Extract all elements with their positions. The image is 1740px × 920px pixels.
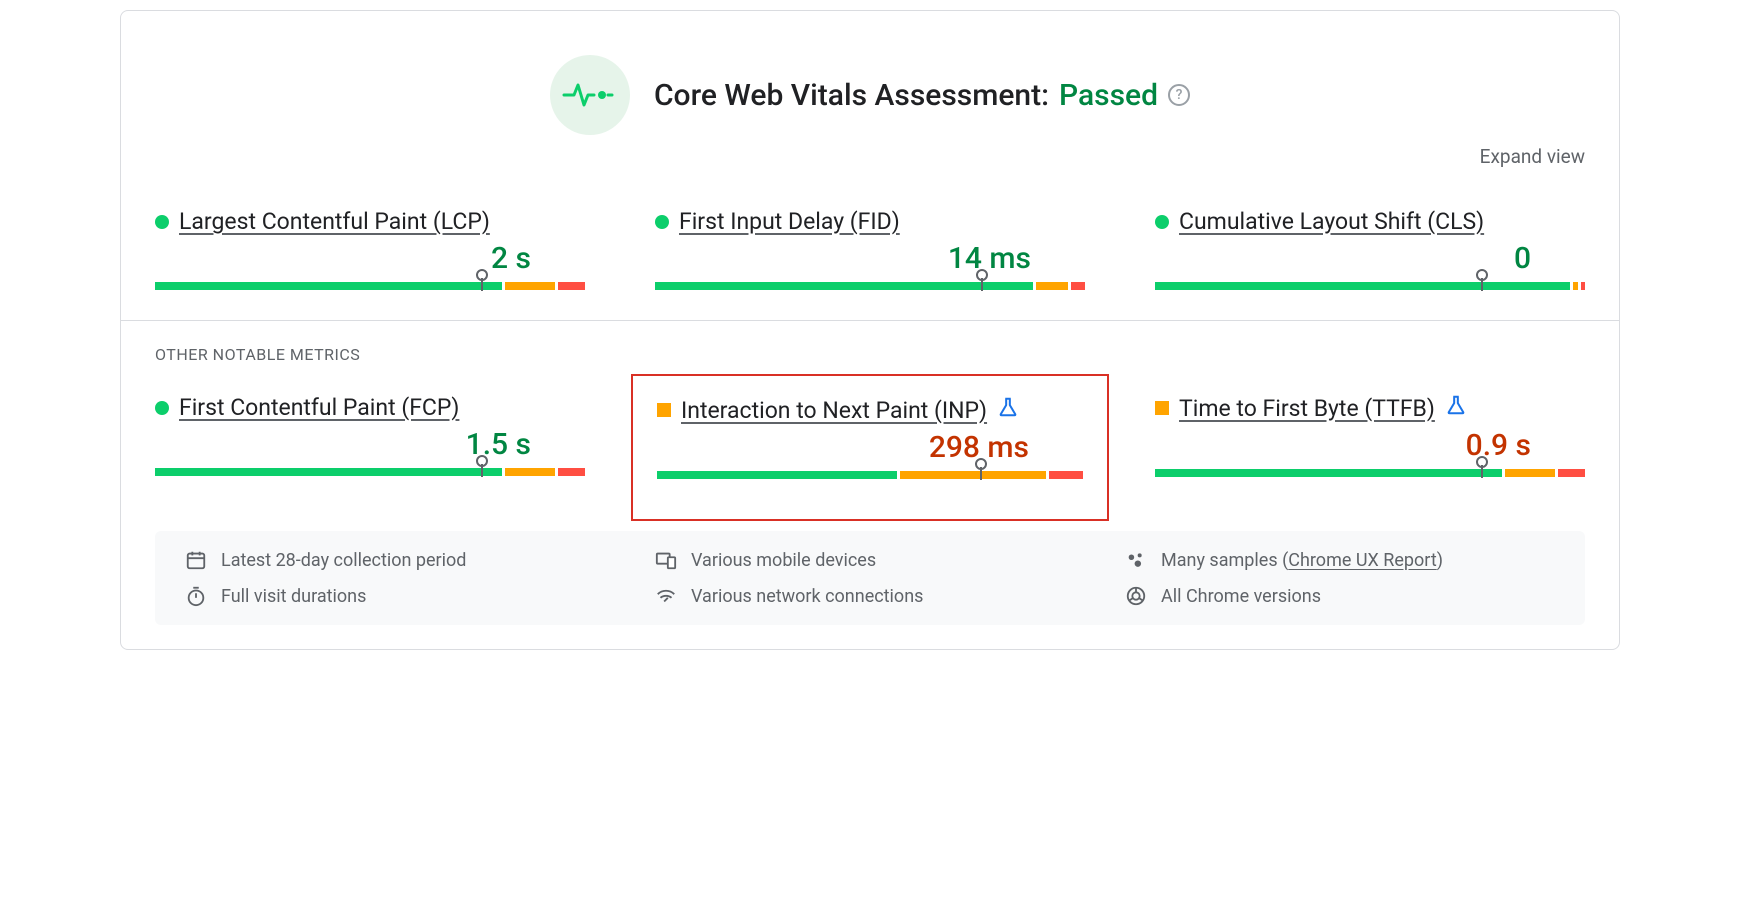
footer-samples-text: Many samples (Chrome UX Report) bbox=[1161, 550, 1443, 571]
metric-inp: Interaction to Next Paint (INP) 298 ms bbox=[631, 374, 1109, 521]
dist-segment-g bbox=[1155, 469, 1502, 477]
distribution-bar bbox=[155, 468, 585, 476]
metric-name-link[interactable]: Cumulative Layout Shift (CLS) bbox=[1179, 208, 1484, 235]
distribution-bar bbox=[1155, 282, 1585, 290]
distribution-bar bbox=[655, 282, 1085, 290]
chrome-icon bbox=[1125, 585, 1147, 607]
assessment-title: Core Web Vitals Assessment: Passed ? bbox=[654, 78, 1190, 113]
metric-title-row: Largest Contentful Paint (LCP) bbox=[155, 208, 585, 235]
metric-cls: Cumulative Layout Shift (CLS) 0 bbox=[1155, 208, 1585, 290]
metric-title-row: Cumulative Layout Shift (CLS) bbox=[1155, 208, 1585, 235]
dist-segment-o bbox=[505, 282, 555, 290]
status-square-icon bbox=[1155, 401, 1169, 415]
status-dot-icon bbox=[655, 215, 669, 229]
metric-value: 1.5 s bbox=[155, 427, 585, 462]
dist-segment-o bbox=[505, 468, 555, 476]
dist-segment-r bbox=[558, 282, 585, 290]
metric-value: 0 bbox=[1155, 241, 1585, 276]
dist-segment-g bbox=[155, 468, 502, 476]
footer-devices-text: Various mobile devices bbox=[691, 550, 876, 571]
footer-versions-text: All Chrome versions bbox=[1161, 586, 1321, 607]
expand-view-button[interactable]: Expand view bbox=[1480, 145, 1585, 168]
metric-title-row: First Contentful Paint (FCP) bbox=[155, 394, 585, 421]
core-metrics-grid: Largest Contentful Paint (LCP) 2 s First I… bbox=[155, 208, 1585, 290]
dist-segment-o bbox=[1505, 469, 1555, 477]
footer-devices: Various mobile devices bbox=[655, 549, 1085, 571]
metric-value: 298 ms bbox=[657, 430, 1083, 465]
metric-name-link[interactable]: Largest Contentful Paint (LCP) bbox=[179, 208, 490, 235]
assessment-title-prefix: Core Web Vitals Assessment: bbox=[654, 78, 1049, 113]
footer-period-text: Latest 28-day collection period bbox=[221, 550, 466, 571]
crux-report-link[interactable]: Chrome UX Report bbox=[1288, 550, 1436, 571]
core-web-vitals-card: Core Web Vitals Assessment: Passed ? Exp… bbox=[120, 10, 1620, 650]
metric-title-row: Time to First Byte (TTFB) bbox=[1155, 394, 1585, 422]
metric-name-link[interactable]: First Contentful Paint (FCP) bbox=[179, 394, 459, 421]
assessment-header: Core Web Vitals Assessment: Passed ? bbox=[155, 55, 1585, 135]
metric-value: 2 s bbox=[155, 241, 585, 276]
dist-segment-r bbox=[1071, 282, 1085, 290]
footer-period: Latest 28-day collection period bbox=[185, 549, 615, 571]
dist-segment-r bbox=[1581, 282, 1585, 290]
metric-name-link[interactable]: First Input Delay (FID) bbox=[679, 208, 900, 235]
stopwatch-icon bbox=[185, 585, 207, 607]
footer-samples: Many samples (Chrome UX Report) bbox=[1125, 549, 1555, 571]
status-dot-icon bbox=[1155, 215, 1169, 229]
dist-segment-r bbox=[1049, 471, 1083, 479]
dist-segment-g bbox=[155, 282, 502, 290]
other-metrics-grid: First Contentful Paint (FCP) 1.5 s Interac… bbox=[155, 394, 1585, 481]
distribution-bar bbox=[155, 282, 585, 290]
status-square-icon bbox=[657, 403, 671, 417]
metric-name-link[interactable]: Time to First Byte (TTFB) bbox=[1179, 395, 1435, 422]
data-origin-footer: Latest 28-day collection period Various … bbox=[155, 531, 1585, 625]
help-icon[interactable]: ? bbox=[1168, 84, 1190, 106]
dist-segment-o bbox=[900, 471, 1046, 479]
metric-title-row: First Input Delay (FID) bbox=[655, 208, 1085, 235]
dist-segment-r bbox=[1558, 469, 1585, 477]
dist-segment-g bbox=[657, 471, 897, 479]
scatter-icon bbox=[1125, 549, 1147, 571]
metric-title-row: Interaction to Next Paint (INP) bbox=[657, 396, 1083, 424]
metric-ttfb: Time to First Byte (TTFB) 0.9 s bbox=[1155, 394, 1585, 481]
dist-segment-r bbox=[558, 468, 585, 476]
status-dot-icon bbox=[155, 215, 169, 229]
pulse-icon bbox=[550, 55, 630, 135]
dist-segment-g bbox=[655, 282, 1033, 290]
other-metrics-label: OTHER NOTABLE METRICS bbox=[155, 345, 1585, 364]
footer-durations-text: Full visit durations bbox=[221, 586, 366, 607]
dist-segment-o bbox=[1036, 282, 1068, 290]
flask-icon[interactable] bbox=[997, 396, 1019, 424]
devices-icon bbox=[655, 549, 677, 571]
metric-fid: First Input Delay (FID) 14 ms bbox=[655, 208, 1085, 290]
footer-durations: Full visit durations bbox=[185, 585, 615, 607]
footer-network-text: Various network connections bbox=[691, 586, 923, 607]
divider bbox=[121, 320, 1619, 321]
metric-name-link[interactable]: Interaction to Next Paint (INP) bbox=[681, 397, 987, 424]
calendar-icon bbox=[185, 549, 207, 571]
metric-fcp: First Contentful Paint (FCP) 1.5 s bbox=[155, 394, 585, 481]
dist-segment-o bbox=[1573, 282, 1577, 290]
footer-network: Various network connections bbox=[655, 585, 1085, 607]
assessment-status: Passed bbox=[1059, 78, 1158, 113]
status-dot-icon bbox=[155, 401, 169, 415]
distribution-bar bbox=[657, 471, 1083, 479]
expand-view-row: Expand view bbox=[155, 145, 1585, 168]
dist-segment-g bbox=[1155, 282, 1570, 290]
distribution-bar bbox=[1155, 469, 1585, 477]
footer-versions: All Chrome versions bbox=[1125, 585, 1555, 607]
metric-value: 14 ms bbox=[655, 241, 1085, 276]
network-icon bbox=[655, 585, 677, 607]
metric-lcp: Largest Contentful Paint (LCP) 2 s bbox=[155, 208, 585, 290]
metric-value: 0.9 s bbox=[1155, 428, 1585, 463]
flask-icon[interactable] bbox=[1445, 394, 1467, 422]
